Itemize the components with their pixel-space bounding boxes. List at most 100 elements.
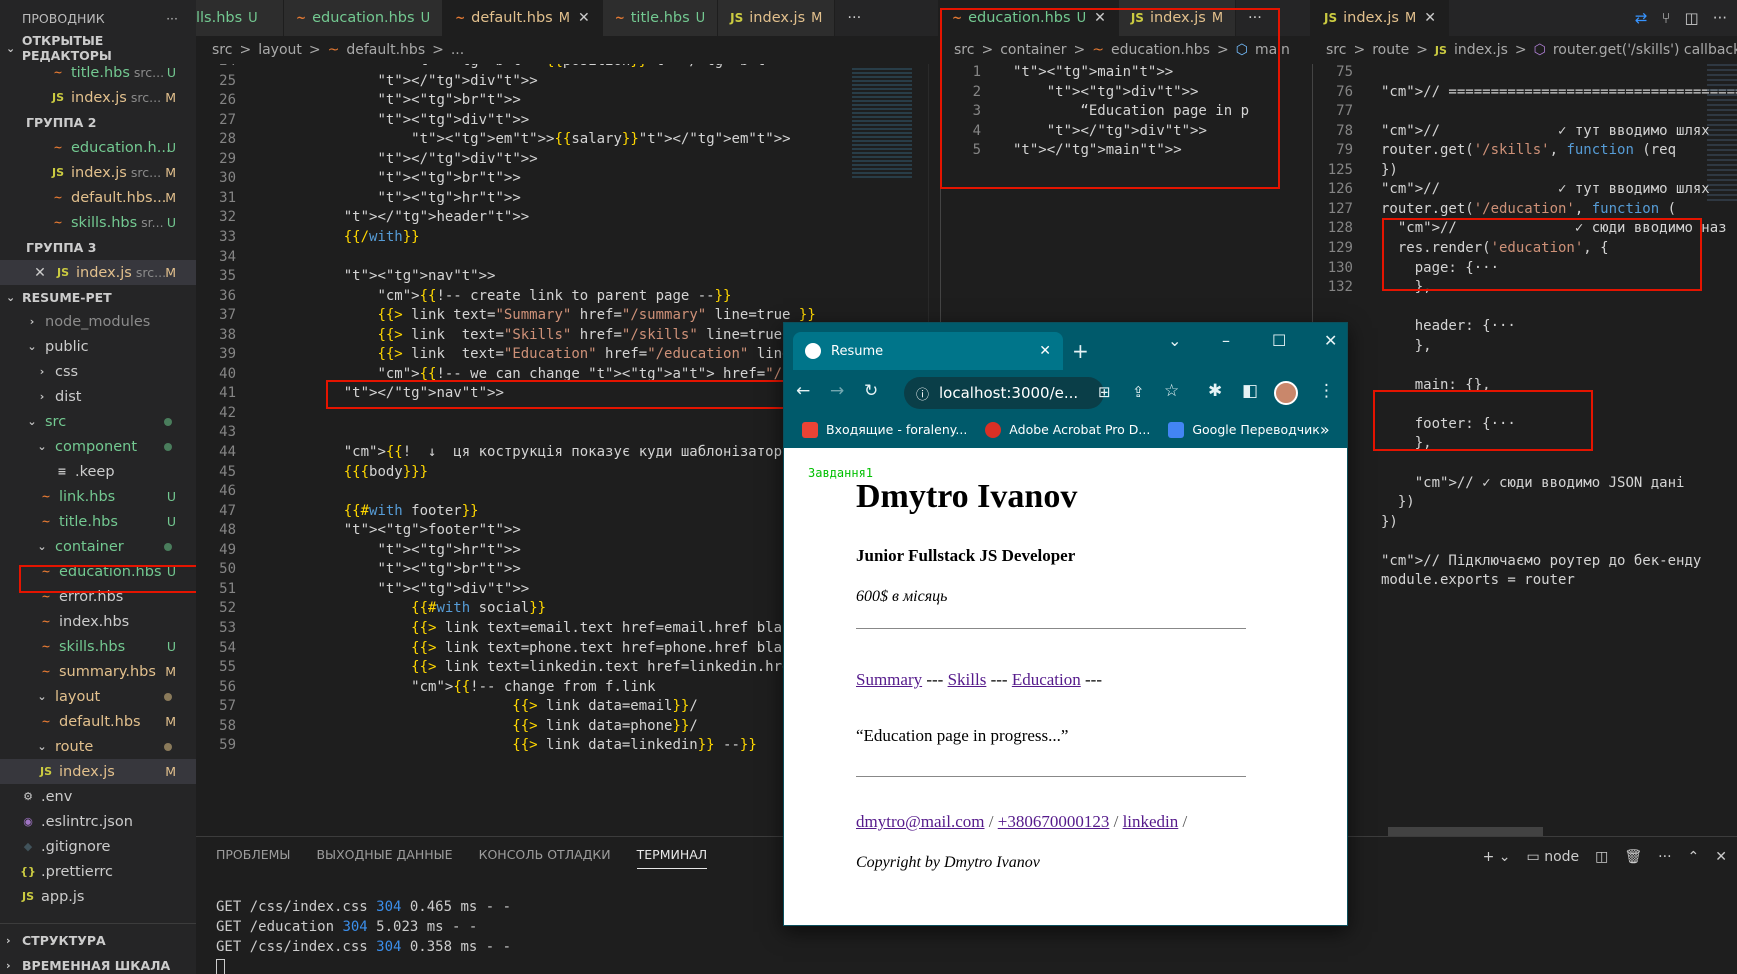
group2-index[interactable]: JS index.js src... M bbox=[0, 160, 196, 185]
close-icon[interactable]: ✕ bbox=[1715, 849, 1727, 865]
new-tab-icon[interactable]: + bbox=[1072, 339, 1089, 363]
more-bookmarks-icon[interactable]: » bbox=[1320, 420, 1330, 439]
maximize-icon[interactable]: ☐ bbox=[1272, 331, 1286, 350]
crumb-src[interactable]: src bbox=[1326, 42, 1346, 58]
file-gitignore[interactable]: ◆ .gitignore bbox=[0, 834, 196, 859]
file-route-index-js[interactable]: JS index.js M bbox=[0, 759, 196, 784]
crumb-symbol[interactable]: main bbox=[1255, 42, 1290, 58]
nav-summary-link[interactable]: Summary bbox=[856, 670, 922, 689]
file-default-hbs[interactable]: ~ default.hbs M bbox=[0, 709, 196, 734]
code-line[interactable]: "t"></"tg">nav"t">> bbox=[310, 385, 504, 401]
code-line[interactable]: page: {··· bbox=[1381, 260, 1499, 276]
terminal-icon[interactable]: ▭ node bbox=[1527, 849, 1580, 865]
menu-icon[interactable]: ⋮ bbox=[1318, 381, 1335, 401]
folder-src[interactable]: ⌄ src bbox=[0, 409, 196, 434]
folder-component[interactable]: ⌄ component bbox=[0, 434, 196, 459]
code-line[interactable]: header: {··· bbox=[1381, 318, 1516, 334]
minimap[interactable] bbox=[1707, 64, 1737, 204]
translate-icon[interactable]: ⊞ bbox=[1098, 383, 1111, 401]
address-bar[interactable]: ⓘ localhost:3000/e... bbox=[904, 377, 1104, 409]
code-line[interactable]: {{> link data=email}}/ bbox=[310, 698, 697, 714]
code-line[interactable]: "t"></"tg">div"t">> bbox=[310, 73, 537, 89]
timeline-section[interactable]: › ВРЕМЕННАЯ ШКАЛА bbox=[0, 953, 170, 974]
file-skills-hbs[interactable]: ~ skills.hbs U bbox=[0, 634, 196, 659]
code-line[interactable]: "cm">// ✓ тут вводимо шлях bbox=[1381, 123, 1710, 139]
code-line[interactable]: {{> link text=phone.text href=phone.href… bbox=[310, 640, 807, 656]
code-line[interactable]: "t"><"tg">br"t">> bbox=[310, 92, 520, 108]
code-line[interactable]: "t"><"tg">footer"t">> bbox=[310, 522, 521, 538]
tab-title-hbs[interactable]: ~ title.hbs U bbox=[602, 0, 719, 36]
split-editor-icon[interactable]: ◫ bbox=[1685, 9, 1699, 27]
folder-css[interactable]: › css bbox=[0, 359, 196, 384]
code-line[interactable]: "t"></"tg">header"t">> bbox=[310, 209, 529, 225]
more-actions-icon[interactable]: ··· bbox=[166, 11, 178, 26]
file-eslintrc[interactable]: ◉ .eslintrc.json bbox=[0, 809, 196, 834]
code-line[interactable]: "t"></"tg">main"t">> bbox=[1013, 142, 1182, 158]
sidebar-icon[interactable]: ◧ bbox=[1242, 381, 1258, 401]
file-app-js[interactable]: JS app.js bbox=[0, 884, 196, 909]
crumb-file[interactable]: education.hbs bbox=[1111, 42, 1210, 58]
avatar[interactable] bbox=[1274, 381, 1298, 405]
more-actions-icon[interactable]: ··· bbox=[1236, 0, 1274, 36]
tab-search-icon[interactable]: ⌄ bbox=[1168, 331, 1181, 350]
group2-education[interactable]: ~ education.h... U bbox=[0, 135, 196, 160]
nav-skills-link[interactable]: Skills bbox=[948, 670, 987, 689]
code-line[interactable]: "t"><"tg">hr"t">> bbox=[310, 190, 520, 206]
git-icon[interactable]: ⑂ bbox=[1661, 9, 1670, 27]
crumb-route[interactable]: route bbox=[1372, 42, 1409, 58]
file-link-hbs[interactable]: ~ link.hbs U bbox=[0, 484, 196, 509]
browser-tab[interactable]: Resume ✕ bbox=[793, 332, 1063, 370]
linkedin-link[interactable]: linkedin bbox=[1123, 812, 1179, 831]
maximize-icon[interactable]: ⌃ bbox=[1688, 849, 1700, 865]
code-line[interactable]: {{> link text="Skills" href="/skills" li… bbox=[310, 327, 807, 343]
code-line[interactable]: {{> link text=linkedin.text href=linkedi… bbox=[310, 659, 799, 675]
code-line[interactable]: "cm">// ✓ сюди вводимо наз bbox=[1381, 220, 1727, 236]
code-line[interactable]: "t"><"tg">main"t">> bbox=[1013, 64, 1173, 80]
code-line[interactable]: {{> link data=linkedin}} --}} bbox=[310, 737, 756, 753]
file-summary-hbs[interactable]: ~ summary.hbs M bbox=[0, 659, 196, 684]
code-line[interactable]: {{> link text=email.text href=email.href… bbox=[310, 620, 807, 636]
bookmark-translate[interactable]: Google Переводчик bbox=[1168, 421, 1320, 438]
code-line[interactable]: {{> link text="Education" href="/educati… bbox=[310, 346, 857, 362]
code-line[interactable]: main: {}, bbox=[1381, 377, 1491, 393]
code-line[interactable]: }) bbox=[1381, 494, 1415, 510]
folder-dist[interactable]: › dist bbox=[0, 384, 196, 409]
code-line[interactable]: }, bbox=[1381, 338, 1432, 354]
crumb-file[interactable]: index.js bbox=[1454, 42, 1508, 58]
file-error-hbs[interactable]: ~ error.hbs bbox=[0, 584, 196, 609]
code-line[interactable]: "t"><"tg">b"t">>{{position}}"t"></"tg">b… bbox=[310, 64, 790, 69]
code-line[interactable]: "cm">// ✓ тут вводимо шлях bbox=[1381, 181, 1710, 197]
code-line[interactable]: {{> link text="Summary" href="/summary" … bbox=[310, 307, 815, 323]
bookmark-acrobat[interactable]: Adobe Acrobat Pro D... bbox=[985, 421, 1150, 438]
folder-node-modules[interactable]: › node_modules bbox=[0, 309, 196, 334]
star-icon[interactable]: ☆ bbox=[1164, 381, 1179, 401]
close-icon[interactable]: ✕ bbox=[1094, 10, 1106, 26]
tab-index-js[interactable]: JS index.js M bbox=[718, 0, 836, 36]
open-editor-title[interactable]: ~ title.hbs src... U bbox=[0, 60, 196, 85]
outline-section[interactable]: › СТРУКТУРА bbox=[0, 928, 106, 952]
bookmark-gmail[interactable]: Входящие - foraleny... bbox=[802, 421, 967, 438]
code-line[interactable]: module.exports = router bbox=[1381, 572, 1575, 588]
group3-index[interactable]: ✕ JS index.js src... M bbox=[0, 260, 196, 285]
code-line[interactable]: {{> link data=phone}}/ bbox=[310, 718, 697, 734]
split-terminal-icon[interactable]: ◫ bbox=[1595, 849, 1608, 865]
forward-icon[interactable]: → bbox=[830, 381, 844, 401]
file-prettierrc[interactable]: {} .prettierrc bbox=[0, 859, 196, 884]
crumb-symbol[interactable]: router.get('/skills') callback bbox=[1553, 42, 1737, 58]
more-actions-icon[interactable]: ··· bbox=[1658, 849, 1671, 865]
crumb-file[interactable]: default.hbs bbox=[346, 42, 425, 58]
code-line[interactable]: {{#with footer}} bbox=[310, 503, 479, 519]
code-line[interactable]: "t"><"tg">br"t">> bbox=[310, 170, 520, 186]
close-icon[interactable]: ✕ bbox=[578, 10, 590, 26]
folder-public[interactable]: ⌄ public bbox=[0, 334, 196, 359]
code-line[interactable]: "t"><"tg">nav"t">> bbox=[310, 268, 496, 284]
crumb-src[interactable]: src bbox=[954, 42, 974, 58]
tab-default-hbs[interactable]: ~ default.hbs M ✕ bbox=[443, 0, 603, 36]
open-editors-section[interactable]: ⌄ ОТКРЫТЫЕ РЕДАКТОРЫ bbox=[0, 33, 196, 63]
group2-default[interactable]: ~ default.hbs... M bbox=[0, 185, 196, 210]
folder-container[interactable]: ⌄ container bbox=[0, 534, 196, 559]
file-env[interactable]: ⚙ .env bbox=[0, 784, 196, 809]
folder-layout[interactable]: ⌄ layout bbox=[0, 684, 196, 709]
tab-terminal[interactable]: ТЕРМИНАЛ bbox=[636, 847, 708, 869]
code-line[interactable]: router.get('/skills', function (req bbox=[1381, 142, 1676, 158]
